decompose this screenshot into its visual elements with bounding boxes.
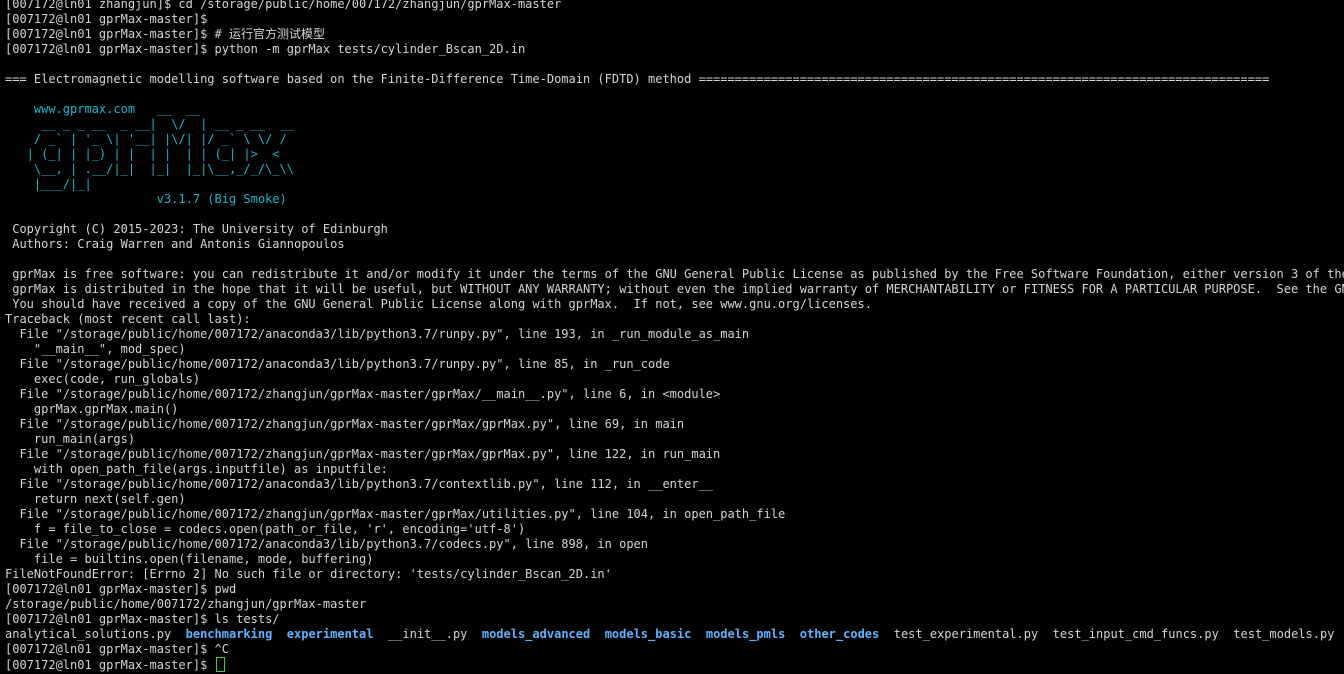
terminal-line: gprMax is free software: you can redistr… <box>5 267 1344 282</box>
terminal-text: File "/storage/public/home/007172/anacon… <box>5 537 648 551</box>
terminal-line: [007172@ln01 gprMax-master]$ python -m g… <box>5 42 525 57</box>
terminal-text: file = builtins.open(filename, mode, buf… <box>5 552 374 566</box>
banner-text: __ _ _ __ _ __| \/ | __ _ __ __ <box>5 117 294 131</box>
terminal-text: [007172@ln01 gprMax-master]$ <box>5 12 208 26</box>
terminal-text: analytical_solutions.py <box>5 627 186 641</box>
terminal-text: [007172@ln01 gprMax-master]$ python -m g… <box>5 42 526 56</box>
terminal-line: | (_| | |_) | | | | | | (_| |> < <box>5 147 280 162</box>
terminal-text: File "/storage/public/home/007172/zhangj… <box>5 447 721 461</box>
terminal-text: File "/storage/public/home/007172/anacon… <box>5 327 750 341</box>
terminal-text: Authors: Craig Warren and Antonis Gianno… <box>5 237 345 251</box>
terminal-line: [007172@ln01 gprMax-master]$ ls tests/ <box>5 612 280 627</box>
terminal-text: [007172@ln01 gprMax-master]$ pwd <box>5 582 237 596</box>
terminal-text: gprMax is distributed in the hope that i… <box>12 282 1344 296</box>
terminal-line: v3.1.7 (Big Smoke) <box>5 192 287 207</box>
terminal-line: File "/storage/public/home/007172/anacon… <box>5 477 713 492</box>
banner-text: |___/|_| <box>5 177 92 191</box>
terminal-line: gprMax.gprMax.main() <box>5 402 179 417</box>
terminal-text: FileNotFoundError: [Errno 2] No such fil… <box>5 567 612 581</box>
terminal-line: / _` | '_ \| '__| |\/| |/ _` \ \/ / <box>5 132 287 147</box>
terminal-line: File "/storage/public/home/007172/zhangj… <box>5 387 720 402</box>
terminal-line: with open_path_file(args.inputfile) as i… <box>5 462 388 477</box>
terminal-line: file = builtins.open(filename, mode, buf… <box>5 552 374 567</box>
terminal-text: [007172@ln01 gprMax-master]$ ls tests/ <box>5 612 280 626</box>
terminal-text: [007172@ln01 gprMax-master]$ <box>5 658 208 672</box>
terminal-line: FileNotFoundError: [Errno 2] No such fil… <box>5 567 612 582</box>
terminal-line: /storage/public/home/007172/zhangjun/gpr… <box>5 597 366 612</box>
terminal-text: File "/storage/public/home/007172/zhangj… <box>5 417 685 431</box>
directory-entry: models_basic <box>604 627 692 641</box>
terminal-line: Copyright (C) 2015-2023: The University … <box>5 222 388 237</box>
terminal-line: f = file_to_close = codecs.open(path_or_… <box>5 522 525 537</box>
terminal-text: return next(self.gen) <box>5 492 186 506</box>
terminal-line: [007172@ln01 gprMax-master]$ <box>5 657 225 672</box>
terminal-text: gprMax is free software: you can redistr… <box>12 267 1344 281</box>
terminal-text: __init__.py <box>373 627 482 641</box>
terminal-line: www.gprmax.com __ __ <box>5 102 200 117</box>
terminal-text: Traceback (most recent call last): <box>5 312 251 326</box>
cursor-block-icon <box>215 657 225 672</box>
terminal-text: [007172@ln01 gprMax-master]$ # 运行官方测试模型 <box>5 27 325 41</box>
terminal-text: run_main(args) <box>5 432 136 446</box>
banner-text: v3.1.7 (Big Smoke) <box>5 192 287 206</box>
banner-text: / _` | '_ \| '__| |\/| |/ _` \ \/ / <box>5 132 287 146</box>
terminal-line: File "/storage/public/home/007172/anacon… <box>5 327 749 342</box>
terminal-line: File "/storage/public/home/007172/zhangj… <box>5 417 684 432</box>
terminal-text: test_experimental.py test_input_cmd_func… <box>879 627 1335 641</box>
terminal-line: [007172@ln01 gprMax-master]$ <box>5 12 207 27</box>
terminal-text: File "/storage/public/home/007172/zhangj… <box>5 387 721 401</box>
terminal-line: gprMax is distributed in the hope that i… <box>5 282 1344 297</box>
directory-entry: other_codes <box>799 627 880 641</box>
terminal-text: File "/storage/public/home/007172/zhangj… <box>5 507 786 521</box>
terminal-line: [007172@ln01 gprMax-master]$ # 运行官方测试模型 <box>5 27 325 42</box>
directory-entry: benchmarking <box>185 627 273 641</box>
terminal-line: Authors: Craig Warren and Antonis Gianno… <box>5 237 345 252</box>
terminal-line: Traceback (most recent call last): <box>5 312 251 327</box>
terminal-line: File "/storage/public/home/007172/anacon… <box>5 537 648 552</box>
terminal-line: return next(self.gen) <box>5 492 186 507</box>
terminal-line: [007172@ln01 zhangjun]$ cd /storage/publ… <box>5 0 561 12</box>
directory-entry: models_pmls <box>705 627 786 641</box>
banner-text: | (_| | |_) | | | | | | (_| |> < <box>5 147 280 161</box>
terminal-line: [007172@ln01 gprMax-master]$ pwd <box>5 582 236 597</box>
terminal-line: File "/storage/public/home/007172/zhangj… <box>5 507 785 522</box>
terminal-window[interactable]: [007172@ln01 zhangjun]$ cd /storage/publ… <box>0 0 1344 674</box>
terminal-line: File "/storage/public/home/007172/zhangj… <box>5 447 720 462</box>
terminal-line: "__main__", mod_spec) <box>5 342 186 357</box>
directory-entry: experimental <box>286 627 374 641</box>
terminal-line: \__, | .__/|_| |_| |_|\__,_/_/\_\\ <box>5 162 294 177</box>
terminal-text: You should have received a copy of the G… <box>5 297 872 311</box>
terminal-text: [007172@ln01 zhangjun]$ cd /storage/publ… <box>5 0 562 11</box>
terminal-text: gprMax.gprMax.main() <box>5 402 179 416</box>
directory-entry: models_advanced <box>481 627 591 641</box>
terminal-text: exec(code, run_globals) <box>5 372 201 386</box>
banner-text: www.gprmax.com __ __ <box>5 102 201 116</box>
terminal-line: __ _ _ __ _ __| \/ | __ _ __ __ <box>5 117 294 132</box>
terminal-text: /storage/public/home/007172/zhangjun/gpr… <box>5 597 367 611</box>
terminal-text: Copyright (C) 2015-2023: The University … <box>5 222 388 236</box>
terminal-line: run_main(args) <box>5 432 135 447</box>
terminal-text: with open_path_file(args.inputfile) as i… <box>5 462 388 476</box>
terminal-line: File "/storage/public/home/007172/anacon… <box>5 357 670 372</box>
terminal-line: analytical_solutions.py benchmarking exp… <box>5 627 1334 642</box>
terminal-line: |___/|_| <box>5 177 92 192</box>
terminal-line: exec(code, run_globals) <box>5 372 200 387</box>
terminal-line: [007172@ln01 gprMax-master]$ ^C <box>5 642 229 657</box>
terminal-text: f = file_to_close = codecs.open(path_or_… <box>5 522 526 536</box>
terminal-text: File "/storage/public/home/007172/anacon… <box>5 357 670 371</box>
terminal-text: "__main__", mod_spec) <box>5 342 186 356</box>
banner-text: \__, | .__/|_| |_| |_|\__,_/_/\_\\ <box>5 162 294 176</box>
terminal-text: File "/storage/public/home/007172/anacon… <box>5 477 714 491</box>
terminal-line: You should have received a copy of the G… <box>5 297 872 312</box>
terminal-line: === Electromagnetic modelling software b… <box>5 72 1269 87</box>
terminal-text: === Electromagnetic modelling software b… <box>5 72 1270 86</box>
terminal-text: [007172@ln01 gprMax-master]$ ^C <box>5 642 229 656</box>
